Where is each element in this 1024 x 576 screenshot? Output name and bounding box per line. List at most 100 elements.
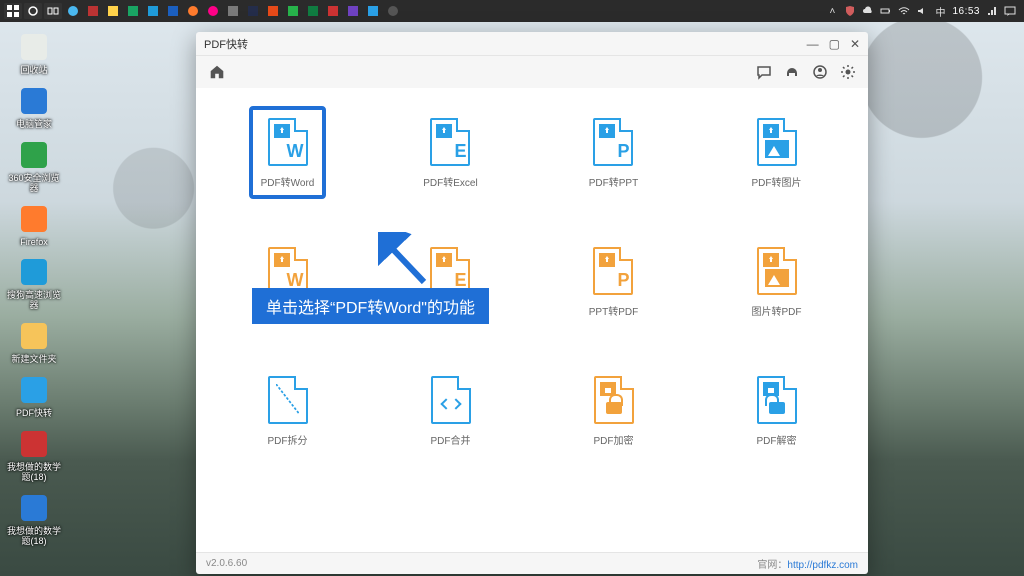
close-button[interactable]: ✕ [850,38,860,50]
feature-label: PDF转Excel [423,174,477,189]
desktop-icon-doc-math1[interactable]: 我想做的数学题(18) [6,427,62,483]
site-link[interactable]: http://pdfkz.com [787,560,858,571]
feature-label: 图片转PDF [752,303,802,318]
taskbar-clock[interactable]: 16:53 [952,6,980,17]
taskbar-app-13[interactable] [304,3,322,19]
desktop-icon-recycle-bin[interactable]: 回收站 [6,30,62,76]
feature-label: PDF加密 [594,432,634,447]
pdf-decrypt-icon [754,374,800,426]
settings-icon[interactable] [840,64,856,80]
taskbar-app-3[interactable] [104,3,122,19]
tray-expand-icon[interactable]: ˄ [826,5,838,17]
doc-math2-icon [17,491,51,525]
desktop-icon-app-360se[interactable]: 360安全浏览器 [6,138,62,194]
feature-pdf-decrypt[interactable]: PDF解密 [742,364,812,457]
feature-label: PDF转图片 [752,174,802,189]
feature-label: PDF转PPT [589,174,638,189]
feature-label: PDF拆分 [268,432,308,447]
taskbar-app-4[interactable] [124,3,142,19]
taskbar-app-6[interactable] [164,3,182,19]
tray-volume-icon[interactable] [916,5,928,17]
tray-cloud-icon[interactable] [862,5,874,17]
cortana-button[interactable] [24,3,42,19]
desktop-icon-app-pdfkz[interactable]: PDF快转 [6,373,62,419]
statusbar: v2.0.6.60 官网：http://pdfkz.com [196,552,868,574]
site-link-wrap: 官网：http://pdfkz.com [757,556,858,571]
taskview-button[interactable] [44,3,62,19]
desktop-icon-app-360chrome[interactable]: 电脑管家 [6,84,62,130]
recycle-bin-icon [17,30,51,64]
tray-wifi-icon[interactable] [898,5,910,17]
pdf-to-excel-icon: E [427,116,473,168]
feature-pdf-split[interactable]: PDF拆分 [253,364,323,457]
desktop-icon-app-firefox[interactable]: Firefox [6,202,62,248]
doc-math1-icon [17,427,51,461]
feature-pdf-to-excel[interactable]: E PDF转Excel [411,106,489,199]
feature-pdf-to-image[interactable]: PDF转图片 [740,106,814,199]
app-360chrome-icon [17,84,51,118]
feature-grid: WPDF转WordEPDF转ExcelPPDF转PPTPDF转图片WWord转P… [216,106,848,457]
taskbar-app-17[interactable] [384,3,402,19]
toolbar [196,56,868,88]
desktop-icons: 回收站电脑管家 360安全浏览器 Firefox 搜狗高速浏览器新建文件夹 PDF快转我… [6,30,62,547]
desktop-icon-folder-new[interactable]: 新建文件夹 [6,319,62,365]
annotation-arrow [378,232,432,291]
feature-pdf-to-ppt[interactable]: P PDF转PPT [577,106,650,199]
desktop-icon-label: 电脑管家 [16,120,52,130]
image-to-pdf-icon [754,245,800,297]
taskbar-app-8[interactable] [204,3,222,19]
desktop-icon-label: PDF快转 [16,409,52,419]
taskbar-app-11[interactable] [264,3,282,19]
feature-pdf-merge[interactable]: PDF合并 [416,364,486,457]
app-sogou-icon [17,255,51,289]
start-button[interactable] [4,3,22,19]
pdf-encrypt-icon [591,374,637,426]
headset-icon[interactable] [784,64,800,80]
feature-image-to-pdf[interactable]: 图片转PDF [740,235,814,328]
minimize-button[interactable]: — [807,38,819,50]
taskbar: ˄ 中 16:53 [0,0,1024,22]
maximize-button[interactable]: ▢ [829,38,840,50]
feature-pdf-encrypt[interactable]: PDF加密 [579,364,649,457]
tray-shield-icon[interactable] [844,5,856,17]
annotation-callout: 单击选择“PDF转Word"的功能 [252,288,489,324]
tray-action-center-icon[interactable] [1004,5,1016,17]
desktop-icon-label: 回收站 [20,66,47,76]
feature-label: PDF解密 [757,432,797,447]
ppt-to-pdf-icon: P [590,245,636,297]
taskbar-app-15[interactable] [344,3,362,19]
taskbar-app-5[interactable] [144,3,162,19]
tray-battery-icon[interactable] [880,5,892,17]
pdf-to-image-icon [754,116,800,168]
app-360se-icon [17,138,51,172]
feature-ppt-to-pdf[interactable]: P PPT转PDF [577,235,650,328]
desktop: ˄ 中 16:53 回收站电脑管家 360安全浏览器 Firefox 搜狗高速浏览器新… [0,0,1024,576]
app-pdfkz-icon [17,373,51,407]
desktop-icon-label: Firefox [20,238,48,248]
account-icon[interactable] [812,64,828,80]
taskbar-app-16[interactable] [364,3,382,19]
feature-label: PDF合并 [431,432,471,447]
desktop-icon-app-sogou[interactable]: 搜狗高速浏览器 [6,255,62,311]
window-title: PDF快转 [204,36,248,52]
feature-pdf-to-word[interactable]: WPDF转Word [249,106,327,199]
feature-label: PPT转PDF [589,303,638,318]
taskbar-app-1[interactable] [64,3,82,19]
pdf-to-ppt-icon: P [590,116,636,168]
tray-network-icon[interactable] [986,5,998,17]
taskbar-app-14[interactable] [324,3,342,19]
taskbar-app-7[interactable] [184,3,202,19]
taskbar-app-9[interactable] [224,3,242,19]
home-button[interactable] [208,63,226,81]
taskbar-app-12[interactable] [284,3,302,19]
pdf-merge-icon [428,374,474,426]
chat-icon[interactable] [756,64,772,80]
folder-new-icon [17,319,51,353]
pdf-split-icon [265,374,311,426]
taskbar-app-10[interactable] [244,3,262,19]
desktop-icon-doc-math2[interactable]: 我想做的数学题(18) [6,491,62,547]
feature-label: PDF转Word [261,174,315,189]
taskbar-app-2[interactable] [84,3,102,19]
tray-ime-indicator[interactable]: 中 [934,5,946,17]
desktop-icon-label: 搜狗高速浏览器 [7,291,61,311]
